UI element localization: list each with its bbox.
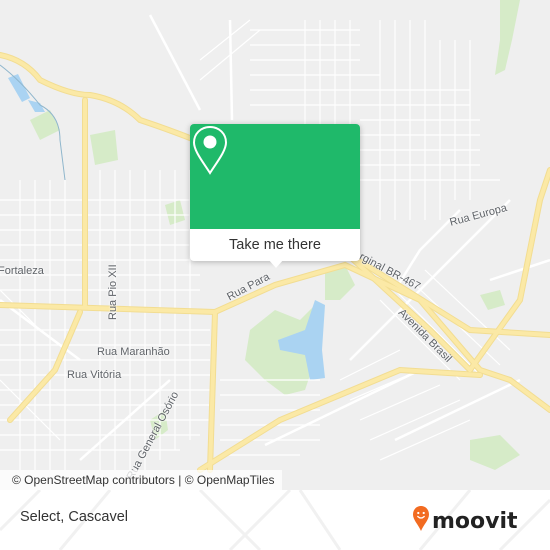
lake (8, 74, 30, 102)
park-area (30, 110, 60, 140)
street-label-rua-vitoria: Rua Vitória (67, 369, 122, 381)
take-me-there-button[interactable]: Take me there (190, 229, 360, 261)
destination-popup: Take me there (190, 124, 360, 268)
place-name: Select, Cascavel (20, 509, 128, 525)
street-label-rua-pio-xii: Rua Pio XII (107, 264, 119, 320)
park-area (495, 0, 520, 75)
popup-header (190, 124, 360, 229)
popup-pointer (268, 259, 284, 268)
park-area (470, 435, 520, 470)
moovit-logo[interactable]: moovit (412, 504, 532, 536)
major-road (208, 310, 217, 472)
map-attribution[interactable]: © OpenStreetMap contributors | © OpenMap… (0, 470, 283, 490)
moovit-wordmark: moovit (432, 509, 518, 534)
moovit-pin-icon (413, 506, 429, 531)
map-view[interactable]: Fortaleza Rua Pio XII Rua Maranhão Rua V… (0, 0, 550, 490)
street-label-rua-maranhao: Rua Maranhão (97, 346, 170, 358)
map-pin-icon (192, 125, 228, 175)
footer-bar: Select, Cascavel moovit (0, 490, 550, 550)
park-area (480, 290, 505, 310)
street-label-fortaleza: Fortaleza (0, 265, 44, 277)
park-area (90, 130, 118, 165)
